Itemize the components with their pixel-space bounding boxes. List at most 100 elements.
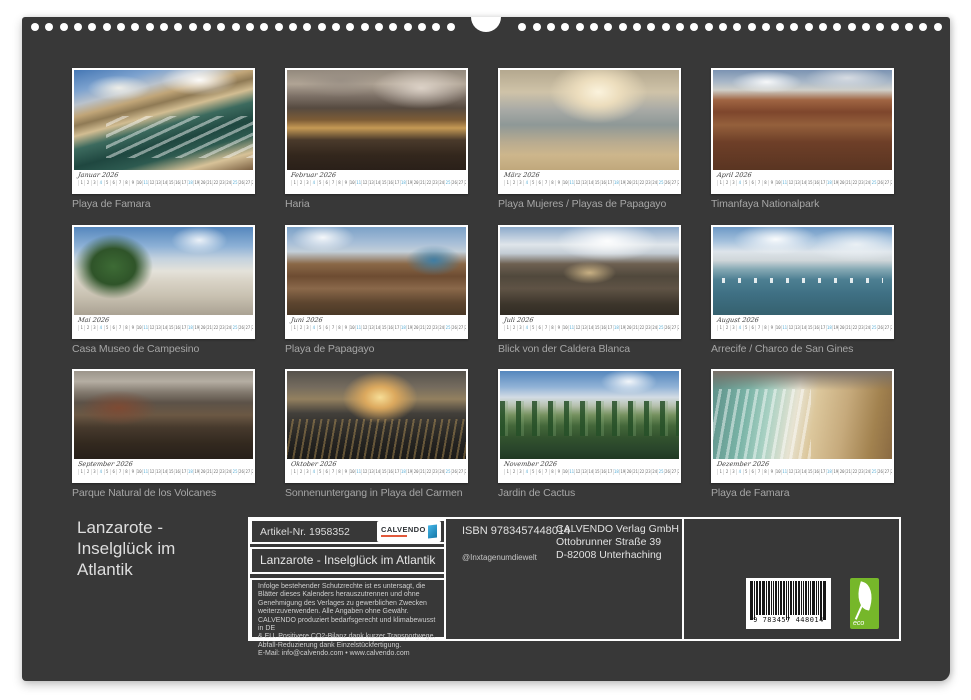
month-photo <box>74 70 253 170</box>
title-line: Lanzarote - <box>77 517 175 538</box>
mini-calendar-strip: Januar 2026 1234567891011121314151617181… <box>74 170 253 192</box>
publisher-line: CALVENDO Verlag GmbH <box>556 523 679 536</box>
month-photo <box>713 70 892 170</box>
title-box: Lanzarote - Inselglück im Atlantik <box>250 547 446 574</box>
month-card-januar: Januar 2026 1234567891011121314151617181… <box>72 68 255 210</box>
month-card-april: April 2026 12345678910111213141516171819… <box>711 68 894 210</box>
day-numbers: 1234567891011121314151617181920212223242… <box>717 469 889 475</box>
month-name: Januar 2026 <box>77 171 250 179</box>
day-numbers: 1234567891011121314151617181920212223242… <box>291 180 463 186</box>
month-card-dezember: Dezember 2026 12345678910111213141516171… <box>711 369 894 499</box>
mini-calendar-strip: April 2026 12345678910111213141516171819… <box>713 170 892 192</box>
mini-calendar-strip: Juni 2026 123456789101112131415161718192… <box>287 315 466 337</box>
day-numbers: 1234567891011121314151617181920212223242… <box>291 325 463 331</box>
publisher-line: Ottobrunner Straße 39 <box>556 536 679 549</box>
day-numbers: 1234567891011121314151617181920212223242… <box>291 469 463 475</box>
month-name: Juni 2026 <box>290 316 463 324</box>
month-card-juni: Juni 2026 123456789101112131415161718192… <box>285 225 468 355</box>
month-card-mai: Mai 2026 1234567891011121314151617181920… <box>72 225 255 355</box>
calendar-title: Lanzarote - Inselglück im Atlantik <box>77 517 175 580</box>
day-numbers: 1234567891011121314151617181920212223242… <box>504 325 676 331</box>
mini-calendar-strip: Dezember 2026 12345678910111213141516171… <box>713 459 892 481</box>
month-caption: Blick von der Caldera Blanca <box>498 343 681 355</box>
month-caption: Playa de Famara <box>72 198 255 210</box>
eco-badge: eco <box>850 578 879 629</box>
eco-leaf-icon <box>854 581 877 610</box>
month-card-juli: Juli 2026 123456789101112131415161718192… <box>498 225 681 355</box>
month-caption: Timanfaya Nationalpark <box>711 198 894 210</box>
calvendo-wordmark: CALVENDO <box>381 526 426 534</box>
divider <box>682 519 684 639</box>
month-photo <box>287 371 466 459</box>
month-card-november: November 2026 12345678910111213141516171… <box>498 369 681 499</box>
calendar-back-page: Januar 2026 1234567891011121314151617181… <box>22 17 950 681</box>
day-numbers: 1234567891011121314151617181920212223242… <box>78 325 250 331</box>
mini-calendar-strip: November 2026 12345678910111213141516171… <box>500 459 679 481</box>
title-line: Inselglück im <box>77 538 175 559</box>
hanging-notch <box>471 17 501 32</box>
month-row-1: Januar 2026 1234567891011121314151617181… <box>72 68 894 210</box>
article-number-box: Artikel-Nr. 1958352 CALVENDO <box>250 519 446 544</box>
day-numbers: 1234567891011121314151617181920212223242… <box>504 469 676 475</box>
day-numbers: 1234567891011121314151617181920212223242… <box>78 469 250 475</box>
ean-barcode: 9 783457 448014 <box>746 578 831 629</box>
mini-calendar-strip: Juli 2026 123456789101112131415161718192… <box>500 315 679 337</box>
article-number: Artikel-Nr. 1958352 <box>260 526 350 538</box>
month-card-september: September 2026 1234567891011121314151617… <box>72 369 255 499</box>
month-photo <box>287 227 466 315</box>
month-photo <box>74 227 253 315</box>
barcode-number: 9 783457 448014 <box>750 616 827 624</box>
day-numbers: 1234567891011121314151617181920212223242… <box>78 180 250 186</box>
month-card-maerz: März 2026 123456789101112131415161718192… <box>498 68 681 210</box>
month-row-3: September 2026 1234567891011121314151617… <box>72 369 894 499</box>
month-photo <box>500 227 679 315</box>
publisher-address: CALVENDO Verlag GmbH Ottobrunner Straße … <box>556 523 679 562</box>
month-name: Februar 2026 <box>290 171 463 179</box>
mini-calendar-strip: September 2026 1234567891011121314151617… <box>74 459 253 481</box>
month-name: Dezember 2026 <box>716 460 889 468</box>
month-name: Mai 2026 <box>77 316 250 324</box>
social-handle: @Inxtagenumdiewelt <box>462 553 537 562</box>
title-line: Atlantik <box>77 559 175 580</box>
month-caption: Casa Museo de Campesino <box>72 343 255 355</box>
month-photo <box>500 70 679 170</box>
month-name: April 2026 <box>716 171 889 179</box>
mini-calendar-strip: März 2026 123456789101112131415161718192… <box>500 170 679 192</box>
calvendo-wordmark-wrap: CALVENDO <box>381 526 426 537</box>
month-name: November 2026 <box>503 460 676 468</box>
month-caption: Playa de Famara <box>711 487 894 499</box>
month-photo <box>74 371 253 459</box>
month-caption: Playa Mujeres / Playas de Papagayo <box>498 198 681 210</box>
mini-calendar-strip: Februar 2026 123456789101112131415161718… <box>287 170 466 192</box>
month-caption: Jardin de Cactus <box>498 487 681 499</box>
month-caption: Parque Natural de los Volcanes <box>72 487 255 499</box>
day-numbers: 1234567891011121314151617181920212223242… <box>717 325 889 331</box>
product-info-box: Artikel-Nr. 1958352 CALVENDO Lanzarote -… <box>248 517 901 641</box>
month-caption: Playa de Papagayo <box>285 343 468 355</box>
month-card-august: August 2026 1234567891011121314151617181… <box>711 225 894 355</box>
day-numbers: 1234567891011121314151617181920212223242… <box>717 180 889 186</box>
month-caption: Arrecife / Charco de San Gines <box>711 343 894 355</box>
month-photo <box>713 371 892 459</box>
mini-calendar-strip: Mai 2026 1234567891011121314151617181920… <box>74 315 253 337</box>
month-name: August 2026 <box>716 316 889 324</box>
isbn-text: ISBN 9783457448014 <box>462 525 570 537</box>
month-caption: Haria <box>285 198 468 210</box>
month-photo <box>287 70 466 170</box>
day-numbers: 1234567891011121314151617181920212223242… <box>504 180 676 186</box>
eco-leaf-stem <box>855 604 863 619</box>
calvendo-page-icon <box>428 525 437 539</box>
month-card-oktober: Oktober 2026 123456789101112131415161718… <box>285 369 468 499</box>
month-name: September 2026 <box>77 460 250 468</box>
barcode-bars <box>750 581 827 615</box>
mini-calendar-strip: Oktober 2026 123456789101112131415161718… <box>287 459 466 481</box>
calvendo-logo: CALVENDO <box>377 521 441 542</box>
mini-calendar-strip: August 2026 1234567891011121314151617181… <box>713 315 892 337</box>
logo-tagline-bar <box>381 535 407 537</box>
publisher-line: D-82008 Unterhaching <box>556 549 679 562</box>
month-photo <box>713 227 892 315</box>
month-card-februar: Februar 2026 123456789101112131415161718… <box>285 68 468 210</box>
month-name: Oktober 2026 <box>290 460 463 468</box>
month-caption: Sonnenuntergang in Playa del Carmen <box>285 487 468 499</box>
month-name: Juli 2026 <box>503 316 676 324</box>
